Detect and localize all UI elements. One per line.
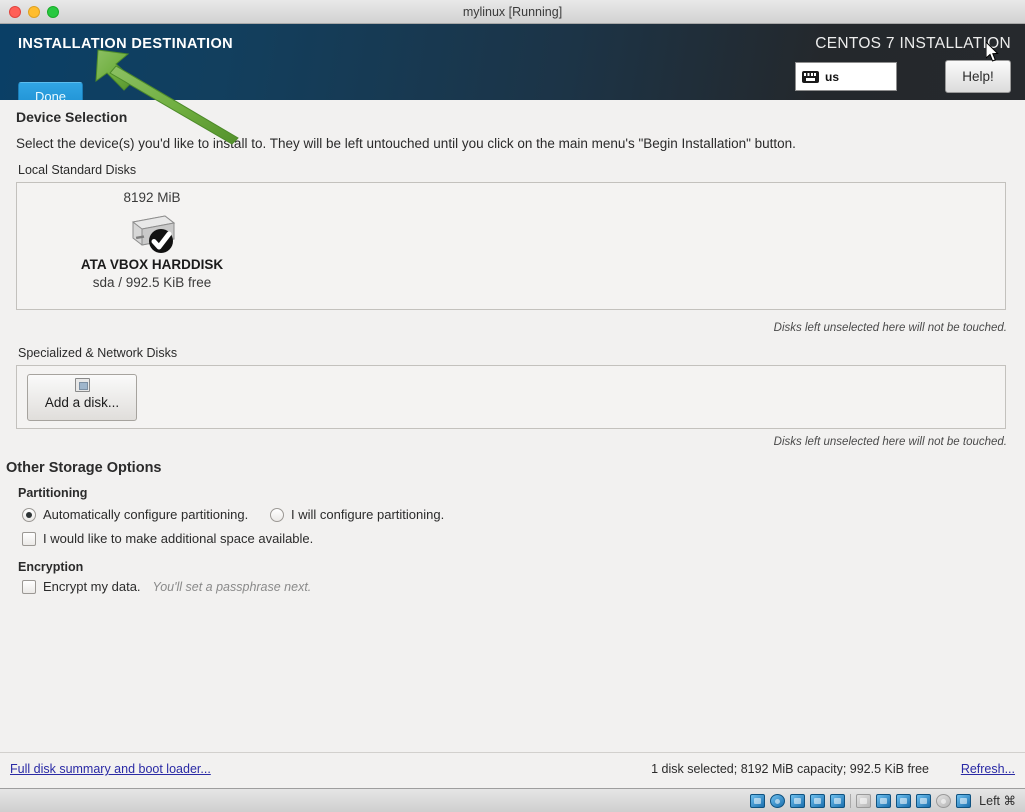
disk-device-and-free: sda / 992.5 KiB free [62, 275, 242, 290]
pointer-icon[interactable] [936, 794, 951, 808]
encryption-label: Encryption [18, 560, 83, 574]
mouse-integration-icon[interactable] [916, 794, 931, 808]
radio-automatic-partitioning[interactable]: Automatically configure partitioning. [22, 507, 248, 522]
network-icon[interactable] [810, 794, 825, 808]
radio-manual-indicator[interactable] [270, 508, 284, 522]
radio-automatic-label: Automatically configure partitioning. [43, 507, 248, 522]
checkbox-additional-space-indicator[interactable] [22, 532, 36, 546]
virtualbox-status-bar: Left ⌘ [0, 788, 1025, 812]
partitioning-label: Partitioning [18, 486, 87, 500]
optical-disk-icon[interactable] [770, 794, 785, 808]
disk-capacity: 8192 MiB [62, 190, 242, 205]
local-disks-panel: 8192 MiB ATA VBOX HARDDISK sda / 992.5 K… [16, 182, 1006, 310]
disk-model: ATA VBOX HARDDISK [62, 257, 242, 272]
disk-tile-sda[interactable]: 8192 MiB ATA VBOX HARDDISK sda / 992.5 K… [62, 190, 242, 290]
disk-summary-text: 1 disk selected; 8192 MiB capacity; 992.… [651, 762, 929, 776]
window-title: mylinux [Running] [0, 5, 1025, 19]
checkbox-additional-space[interactable]: I would like to make additional space av… [22, 531, 313, 546]
radio-manual-partitioning[interactable]: I will configure partitioning. [270, 507, 444, 522]
device-selection-heading: Device Selection [16, 109, 127, 125]
window-titlebar: mylinux [Running] [0, 0, 1025, 24]
floppy-disk-icon[interactable] [790, 794, 805, 808]
host-key-icon[interactable] [956, 794, 971, 808]
hard-disk-icon [124, 209, 180, 255]
done-button-label: Done [35, 89, 66, 101]
page-title: INSTALLATION DESTINATION [18, 36, 233, 52]
other-storage-options-heading: Other Storage Options [6, 460, 162, 476]
checkbox-encrypt-label: Encrypt my data. [43, 579, 141, 594]
add-a-disk-button[interactable]: Add a disk... [27, 374, 137, 421]
status-divider [850, 794, 851, 808]
specialized-disks-panel: Add a disk... [16, 365, 1006, 429]
help-button-label: Help! [962, 69, 994, 84]
installer-name: CENTOS 7 INSTALLATION [815, 35, 1011, 53]
keyboard-layout-label: us [825, 70, 839, 84]
checkbox-encrypt-indicator[interactable] [22, 580, 36, 594]
checkbox-additional-space-label: I would like to make additional space av… [43, 531, 313, 546]
specialized-network-disks-label: Specialized & Network Disks [18, 346, 177, 360]
add-a-disk-label: Add a disk... [45, 395, 119, 410]
specialized-untouched-note: Disks left unselected here will not be t… [774, 436, 1007, 448]
radio-manual-label: I will configure partitioning. [291, 507, 444, 522]
device-selection-description: Select the device(s) you'd like to insta… [16, 136, 796, 151]
add-disk-icon [75, 378, 90, 392]
refresh-link[interactable]: Refresh... [961, 762, 1015, 776]
installer-header: INSTALLATION DESTINATION Done CENTOS 7 I… [0, 24, 1025, 100]
radio-automatic-indicator[interactable] [22, 508, 36, 522]
encrypt-hint-text: You'll set a passphrase next. [153, 580, 312, 594]
host-key-label: Left ⌘ [979, 793, 1016, 808]
main-content: Device Selection Select the device(s) yo… [0, 100, 1025, 752]
full-disk-summary-link[interactable]: Full disk summary and boot loader... [10, 762, 211, 776]
usb-icon[interactable] [830, 794, 845, 808]
display-icon[interactable] [876, 794, 891, 808]
local-untouched-note: Disks left unselected here will not be t… [774, 322, 1007, 334]
hard-disk-icon[interactable] [750, 794, 765, 808]
keyboard-icon [802, 71, 819, 83]
local-standard-disks-label: Local Standard Disks [18, 163, 136, 177]
keyboard-layout-indicator[interactable]: us [795, 62, 897, 91]
checkbox-encrypt-data[interactable]: Encrypt my data. You'll set a passphrase… [22, 579, 311, 594]
mouse-cursor-icon [986, 42, 999, 62]
recording-icon[interactable] [896, 794, 911, 808]
shared-folders-icon[interactable] [856, 794, 871, 808]
done-button[interactable]: Done [18, 82, 83, 100]
help-button[interactable]: Help! [945, 60, 1011, 93]
installer-status-bar: Full disk summary and boot loader... 1 d… [0, 752, 1025, 788]
